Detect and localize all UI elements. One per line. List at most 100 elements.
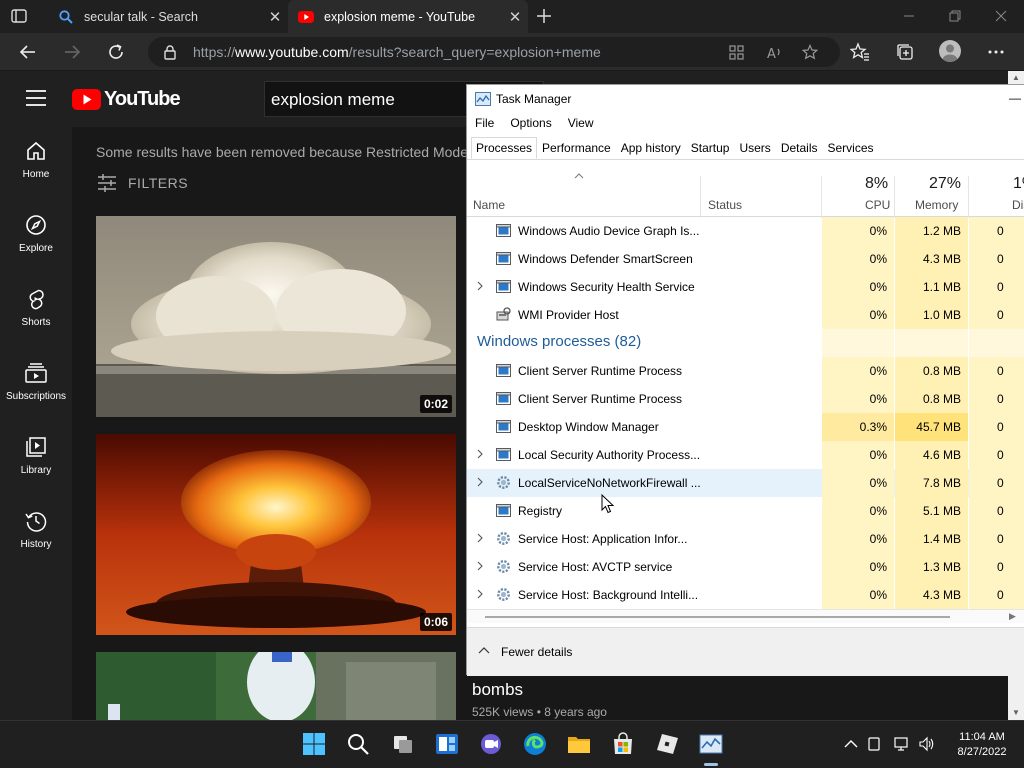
fewer-details-button[interactable]: Fewer details — [467, 627, 1024, 676]
sidebar-item-explore[interactable]: Explore — [0, 201, 72, 275]
sidebar-item-history[interactable]: History — [0, 497, 72, 571]
edge-icon[interactable] — [522, 731, 548, 757]
sort-up-icon[interactable] — [573, 172, 585, 180]
tablet-icon[interactable] — [866, 736, 882, 752]
tab-close-button[interactable]: ✕ — [502, 8, 528, 26]
start-icon[interactable] — [301, 731, 327, 757]
task-manager-icon[interactable] — [698, 731, 724, 757]
process-row[interactable]: Windows Audio Device Graph Is... 0% 1.2 MB… — [467, 217, 1024, 266]
horizontal-scrollbar[interactable]: ▶ — [467, 609, 1024, 623]
menu-icon[interactable] — [26, 90, 46, 106]
chevron-right-icon[interactable] — [475, 449, 485, 459]
back-arrow-icon[interactable] — [18, 42, 38, 62]
chat-icon[interactable] — [478, 731, 504, 757]
sidebar-item-shorts[interactable]: Shorts — [0, 275, 72, 349]
apps-icon[interactable] — [728, 44, 745, 61]
process-row[interactable]: Desktop Window Manager 0.3%45.7 MB0 MB/ — [467, 413, 1024, 462]
lock-icon[interactable] — [162, 44, 178, 60]
video-thumbnail[interactable]: 0:06 — [96, 434, 456, 635]
tab-services[interactable]: Services — [823, 137, 879, 159]
process-row[interactable]: Service Host: AVCTP service 0%1.3 MB0 MB/ — [467, 553, 1024, 602]
disk-total-percent[interactable]: 1% — [1013, 175, 1024, 193]
file-explorer-icon[interactable] — [566, 731, 592, 757]
chevron-right-icon[interactable] — [475, 281, 485, 291]
column-cpu[interactable]: CPU — [865, 198, 890, 212]
sidebar-item-home[interactable]: Home — [0, 127, 72, 201]
tab-performance[interactable]: Performance — [537, 137, 616, 159]
tab-details[interactable]: Details — [776, 137, 823, 159]
process-row[interactable]: Client Server Runtime Process 0%0.8 MB0 M… — [467, 357, 1024, 406]
profile-avatar[interactable] — [939, 40, 961, 62]
tab-users[interactable]: Users — [734, 137, 775, 159]
forward-arrow-icon[interactable] — [62, 42, 82, 62]
chevron-up-icon[interactable] — [843, 736, 859, 752]
filters-button[interactable]: FILTERS — [96, 172, 188, 194]
sidebar-item-library[interactable]: Library — [0, 423, 72, 497]
menu-view[interactable]: View — [560, 113, 602, 135]
process-row[interactable]: Windows Defender SmartScreen 0%4.3 MB0 MB… — [467, 245, 1024, 294]
volume-icon[interactable] — [918, 736, 934, 752]
store-icon[interactable] — [610, 731, 636, 757]
favorites-icon[interactable] — [850, 42, 870, 62]
close-window-icon[interactable] — [994, 9, 1008, 23]
tab-close-button[interactable]: ✕ — [262, 8, 288, 26]
tab-startup[interactable]: Startup — [686, 137, 735, 159]
task-view-icon[interactable] — [390, 731, 416, 757]
cpu-total-percent[interactable]: 8% — [865, 175, 888, 193]
process-row[interactable]: WMI Provider Host 0%1.0 MB0 MB/ — [467, 301, 1024, 350]
column-status[interactable]: Status — [708, 198, 742, 212]
tab-actions-icon[interactable] — [10, 7, 28, 25]
chevron-right-icon[interactable] — [475, 533, 485, 543]
video-title[interactable]: bombs — [472, 680, 523, 700]
sidebar-item-subscriptions[interactable]: Subscriptions — [0, 349, 72, 423]
url-text[interactable]: https://www.youtube.com/results?search_q… — [193, 44, 601, 60]
refresh-icon[interactable] — [106, 42, 126, 62]
more-options-icon[interactable] — [986, 42, 1006, 62]
task-manager-titlebar[interactable]: Task Manager — — [467, 85, 1024, 113]
process-row[interactable]: Local Security Authority Process... 0% 4.6… — [467, 441, 1024, 490]
widgets-icon[interactable] — [434, 731, 460, 757]
menu-file[interactable]: File — [467, 113, 502, 135]
address-bar[interactable]: https://www.youtube.com/results?search_q… — [148, 37, 840, 67]
minimize-icon[interactable] — [902, 9, 916, 23]
process-disk: 0 MB/ — [969, 357, 1024, 406]
process-row[interactable]: LocalServiceNoNetworkFirewall ... 0% 7.8 M… — [467, 469, 1024, 518]
restore-icon[interactable] — [948, 9, 962, 23]
column-name[interactable]: Name — [473, 198, 505, 212]
tab-explosion-meme[interactable]: explosion meme - YouTube ✕ — [288, 0, 528, 33]
video-thumbnail[interactable] — [96, 652, 456, 720]
scrollbar-thumb[interactable] — [485, 616, 950, 618]
chevron-right-icon[interactable] — [475, 477, 485, 487]
system-clock[interactable]: 11:04 AM 8/27/2022 — [944, 730, 1020, 760]
process-row[interactable]: Service Host: Application Infor... 0% 1.4 … — [467, 525, 1024, 574]
scroll-right-icon[interactable]: ▶ — [1009, 611, 1016, 622]
new-tab-icon[interactable] — [534, 6, 554, 26]
process-row[interactable]: Windows Security Health Service 0% 1.1 MB 0… — [467, 273, 1024, 322]
collections-icon[interactable] — [895, 42, 915, 62]
minimize-icon[interactable]: — — [1009, 91, 1021, 105]
process-row[interactable]: Service Host: Background Intelli... 0% 4.3… — [467, 581, 1024, 609]
process-memory: 4.6 MB — [895, 441, 968, 469]
chevron-right-icon[interactable] — [475, 589, 485, 599]
video-thumbnail[interactable]: 0:02 — [96, 216, 456, 417]
memory-total-percent[interactable]: 27% — [929, 175, 961, 193]
tab-secular-talk[interactable]: secular talk - Search ✕ — [48, 0, 288, 33]
search-icon[interactable] — [345, 731, 371, 757]
network-icon[interactable] — [893, 736, 909, 752]
roblox-icon[interactable] — [654, 731, 680, 757]
column-memory[interactable]: Memory — [915, 198, 958, 212]
process-row[interactable]: Registry0%5.1 MB0 MB/ — [467, 497, 1024, 546]
tab-app-history[interactable]: App history — [616, 137, 686, 159]
chevron-right-icon[interactable] — [475, 561, 485, 571]
youtube-logo[interactable]: YouTube — [72, 88, 181, 111]
process-row[interactable]: Client Server Runtime Process 0%0.8 MB0 M… — [467, 385, 1024, 434]
read-aloud-icon[interactable]: A — [766, 44, 783, 61]
search-query[interactable]: explosion meme — [271, 90, 395, 110]
scroll-down-icon[interactable]: ▼ — [1008, 706, 1024, 720]
add-favorite-icon[interactable] — [802, 44, 819, 61]
column-disk[interactable]: Dis — [1012, 198, 1024, 212]
scroll-up-icon[interactable]: ▲ — [1008, 71, 1024, 85]
process-group-header[interactable]: Windows processes (82) — [467, 329, 1024, 357]
menu-options[interactable]: Options — [502, 113, 559, 135]
tab-processes[interactable]: Processes — [471, 137, 538, 159]
